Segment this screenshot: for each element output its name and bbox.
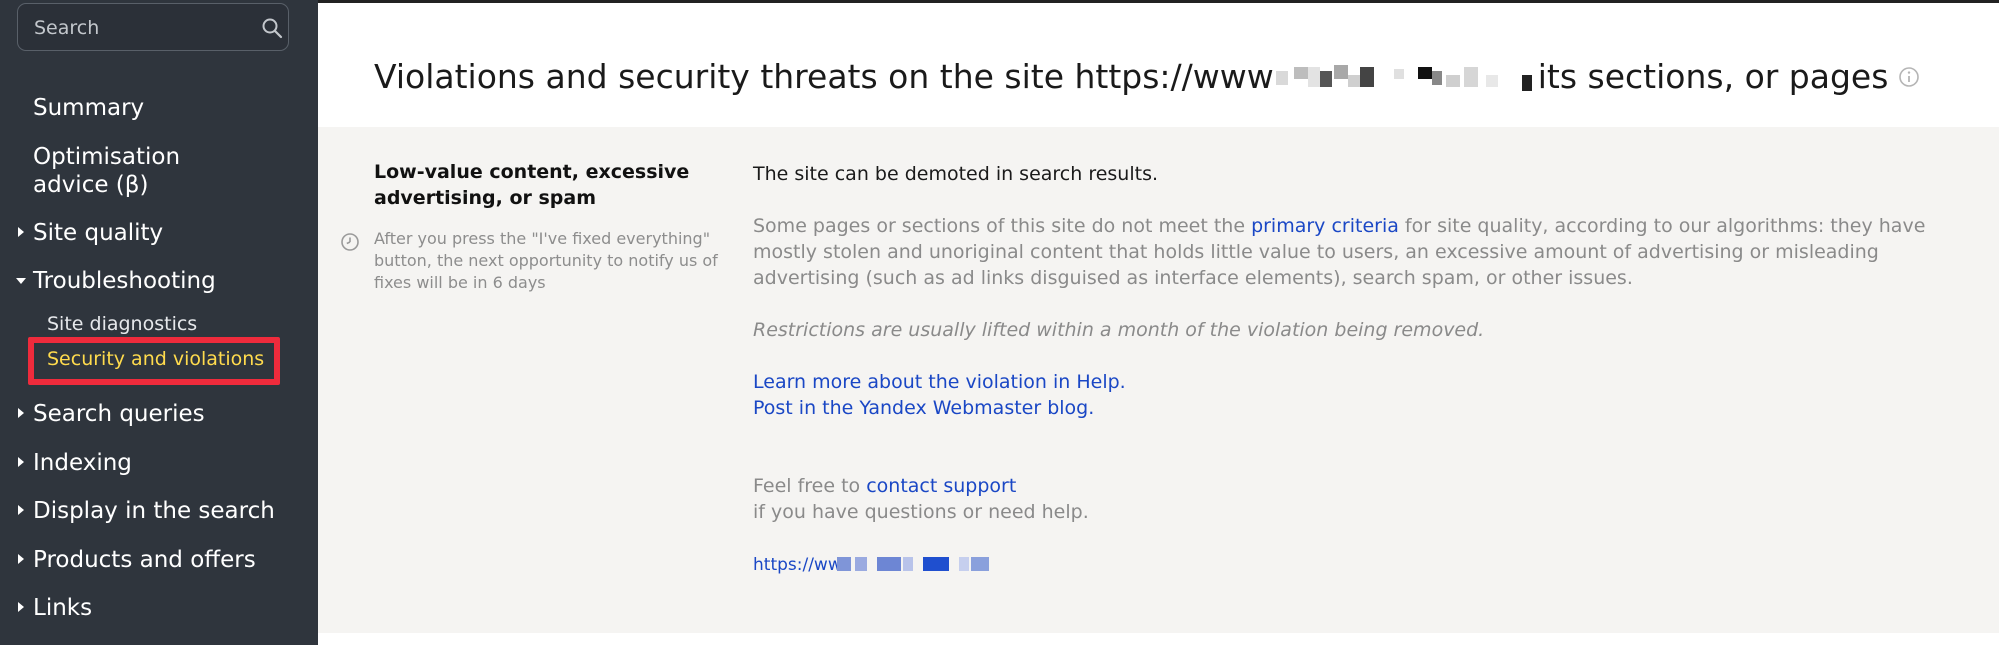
page-title-suffix: its sections, or pages: [1537, 57, 1889, 96]
support-text: if you have questions or need help.: [753, 501, 1089, 523]
sidebar-item-label: Optimisation advice (β): [33, 144, 181, 198]
redacted-url: [903, 557, 913, 571]
sidebar-item-label: Links: [33, 595, 93, 621]
sidebar-item-label: Site quality: [33, 220, 164, 246]
violation-panel: Low-value content, excessive advertising…: [318, 127, 1999, 633]
help-link[interactable]: Learn more about the violation in Help.: [753, 371, 1126, 393]
support-message: Feel free to contact support if you have…: [753, 473, 1983, 525]
violation-description: Some pages or sections of this site do n…: [753, 213, 1983, 291]
chevron-right-icon: [18, 602, 24, 612]
info-icon[interactable]: [1898, 66, 1920, 88]
sidebar: Summary Optimisation advice (β) Site qua…: [0, 0, 318, 645]
sidebar-item-label: Summary: [33, 95, 145, 121]
notification-note: After you press the "I've fixed everythi…: [341, 228, 724, 294]
affected-url-link[interactable]: https://ww: [753, 555, 1983, 575]
bottom-margin: [318, 633, 1999, 645]
violation-details: The site can be demoted in search result…: [753, 161, 1983, 575]
note-text: After you press the "I've fixed everythi…: [374, 229, 718, 292]
redacted-url: [877, 557, 901, 571]
violation-summary: Low-value content, excessive advertising…: [341, 159, 724, 294]
redacted-url: [959, 557, 969, 571]
page-title-prefix: Violations and security threats on the s…: [374, 57, 1274, 96]
redacted-url: [923, 557, 949, 571]
search-box[interactable]: [17, 3, 289, 51]
sidebar-item-label: Indexing: [33, 450, 132, 476]
primary-criteria-link[interactable]: primary criteria: [1251, 215, 1399, 237]
clock-icon: [341, 233, 359, 251]
redacted-url: [971, 557, 989, 571]
redacted-url: [855, 557, 867, 571]
support-text: Feel free to: [753, 475, 867, 497]
sidebar-item-label: Troubleshooting: [33, 268, 216, 294]
page-header: Violations and security threats on the s…: [318, 3, 1999, 127]
sidebar-subitem-site-diagnostics[interactable]: Site diagnostics: [47, 312, 197, 336]
chevron-right-icon: [18, 505, 24, 515]
contact-support-link[interactable]: contact support: [866, 475, 1016, 497]
chevron-down-icon: [16, 278, 26, 284]
page-title: Violations and security threats on the s…: [374, 57, 1920, 96]
affected-url-prefix: https://ww: [753, 555, 842, 575]
chevron-right-icon: [18, 554, 24, 564]
description-text: Some pages or sections of this site do n…: [753, 215, 1252, 237]
help-links: Learn more about the violation in Help. …: [753, 369, 1983, 421]
chevron-right-icon: [18, 457, 24, 467]
sidebar-item-label: Display in the search: [33, 498, 275, 524]
sidebar-item-label: Products and offers: [33, 547, 256, 573]
sidebar-subitem-security-and-violations[interactable]: Security and violations: [47, 347, 264, 371]
sidebar-item-label: Search queries: [33, 401, 205, 427]
violation-title: Low-value content, excessive advertising…: [374, 161, 690, 209]
search-icon[interactable]: [261, 17, 283, 39]
chevron-right-icon: [18, 408, 24, 418]
redacted-url: [837, 557, 851, 571]
chevron-right-icon: [18, 227, 24, 237]
search-input[interactable]: [32, 13, 246, 43]
redacted-domain: [1275, 61, 1536, 93]
blog-link[interactable]: Post in the Yandex Webmaster blog.: [753, 397, 1094, 419]
violation-status: The site can be demoted in search result…: [753, 163, 1159, 185]
restrictions-note: Restrictions are usually lifted within a…: [753, 319, 1485, 341]
